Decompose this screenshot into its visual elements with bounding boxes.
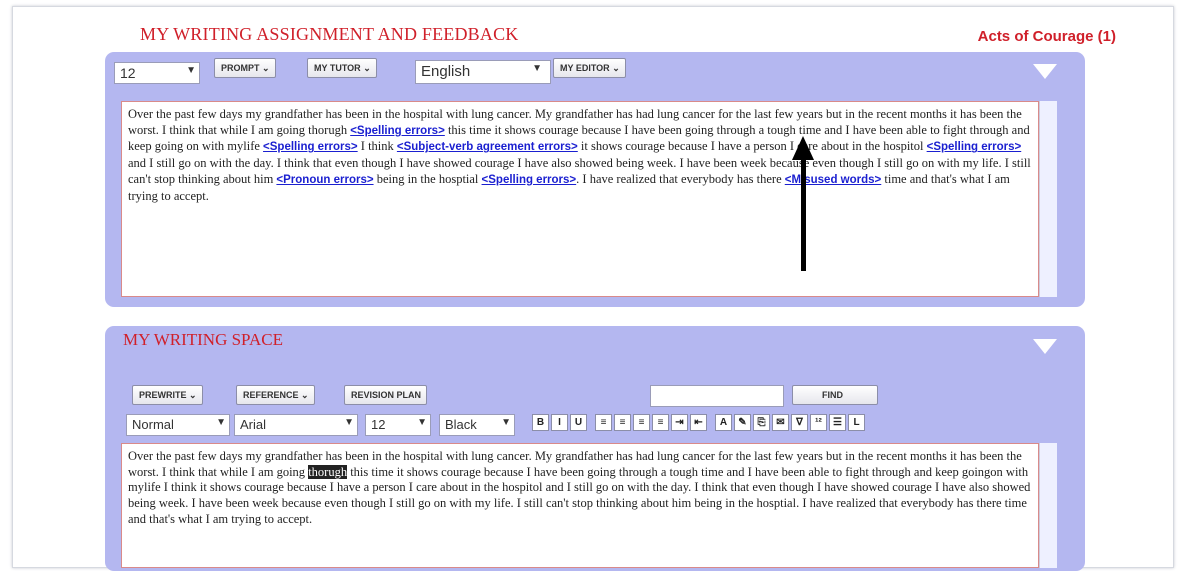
reference-label: REFERENCE [243,390,299,400]
font-color-icon[interactable]: A [715,414,732,431]
highlight-icon[interactable]: ✎ [734,414,751,431]
chevron-down-icon: ▼ [216,417,226,428]
list-icon[interactable]: ☰ [829,414,846,431]
style-select[interactable]: Normal ▼ [126,414,230,436]
prewrite-button[interactable]: PREWRITE ⌄ [132,385,203,405]
chevron-down-icon: ⌄ [189,390,197,400]
prewrite-label: PREWRITE [139,390,187,400]
revision-plan-button[interactable]: REVISION PLAN [344,385,428,405]
chevron-down-icon: ▼ [501,417,511,428]
error-tag-link[interactable]: <Spelling errors> [350,125,445,137]
feedback-text-segment: I think [357,139,397,154]
feedback-text-segment: . I have realized that everybody has the… [576,171,785,186]
page-title: MY WRITING ASSIGNMENT AND FEEDBACK [140,24,519,44]
collapse-triangle-icon[interactable] [1033,64,1057,79]
color-select[interactable]: Black ▼ [439,414,515,436]
annotation-arrow-icon [792,136,814,160]
error-tag-link[interactable]: <Subject-verb agreement errors> [397,141,578,153]
chevron-down-icon: ⌄ [262,63,270,73]
underline-icon[interactable]: U [570,414,587,431]
feedback-text-area[interactable]: Over the past few days my grandfather ha… [121,101,1039,297]
revision-plan-label: REVISION PLAN [351,390,422,400]
assignment-name: Acts of Courage (1) [977,28,1116,45]
italic-icon[interactable]: I [551,414,568,431]
outdent-icon[interactable]: ⇤ [690,414,707,431]
insert-icon[interactable]: ∇ [791,414,808,431]
writing-space-title: MY WRITING SPACE [123,330,283,349]
chevron-down-icon: ▼ [344,417,354,428]
font-size-value: 12 [120,65,136,81]
selected-word: thorugh [308,464,348,479]
link-icon[interactable]: L [848,414,865,431]
superscript-icon[interactable]: ¹² [810,414,827,431]
paste-icon[interactable]: ✉ [772,414,789,431]
bold-icon[interactable]: B [532,414,549,431]
align-center-icon[interactable]: ≡ [614,414,631,431]
font-select[interactable]: Arial ▼ [234,414,358,436]
font-value: Arial [240,417,267,432]
feedback-text-segment: it shows courage because I have a person… [577,139,927,154]
align-left-icon[interactable]: ≡ [595,414,612,431]
chevron-down-icon: ⌄ [363,63,371,73]
writing-scrollbar[interactable] [1039,443,1057,568]
feedback-text: Over the past few days my grandfather ha… [128,107,1031,203]
feedback-scrollbar[interactable] [1039,101,1057,297]
justify-icon[interactable]: ≡ [652,414,669,431]
chevron-down-icon: ▼ [186,65,196,76]
error-tag-link[interactable]: <Pronoun errors> [276,174,373,186]
chevron-down-icon: ▼ [417,417,427,428]
collapse-triangle-icon[interactable] [1033,339,1057,354]
prompt-button[interactable]: PROMPT ⌄ [214,58,276,78]
chevron-down-icon: ▼ [532,63,542,74]
find-button[interactable]: FIND [792,385,878,405]
size-value: 12 [371,417,386,432]
copy-icon[interactable]: ⎘ [753,414,770,431]
chevron-down-icon: ⌄ [612,63,620,73]
chevron-down-icon: ⌄ [301,390,309,400]
language-value: English [421,63,471,80]
align-right-icon[interactable]: ≡ [633,414,650,431]
error-tag-link[interactable]: <Misused words> [785,174,882,186]
size-select[interactable]: 12 ▼ [365,414,431,436]
error-tag-link[interactable]: <Spelling errors> [927,141,1022,153]
writing-text-area[interactable]: Over the past few days my grandfather ha… [121,443,1039,568]
my-tutor-label: MY TUTOR [314,63,361,73]
find-input[interactable] [650,385,784,407]
feedback-text-segment: being in the hosptial [373,171,482,186]
indent-icon[interactable]: ⇥ [671,414,688,431]
style-value: Normal [132,417,174,432]
color-value: Black [445,417,477,432]
error-tag-link[interactable]: <Spelling errors> [263,141,358,153]
error-tag-link[interactable]: <Spelling errors> [482,174,577,186]
my-tutor-button[interactable]: MY TUTOR ⌄ [307,58,377,78]
my-editor-button[interactable]: MY EDITOR ⌄ [553,58,626,78]
annotation-arrow-shaft [801,158,806,271]
find-label: FIND [822,390,843,400]
my-editor-label: MY EDITOR [560,63,610,73]
reference-button[interactable]: REFERENCE ⌄ [236,385,315,405]
language-select[interactable]: English ▼ [415,60,551,84]
prompt-label: PROMPT [221,63,260,73]
font-size-select[interactable]: 12 ▼ [114,62,200,84]
